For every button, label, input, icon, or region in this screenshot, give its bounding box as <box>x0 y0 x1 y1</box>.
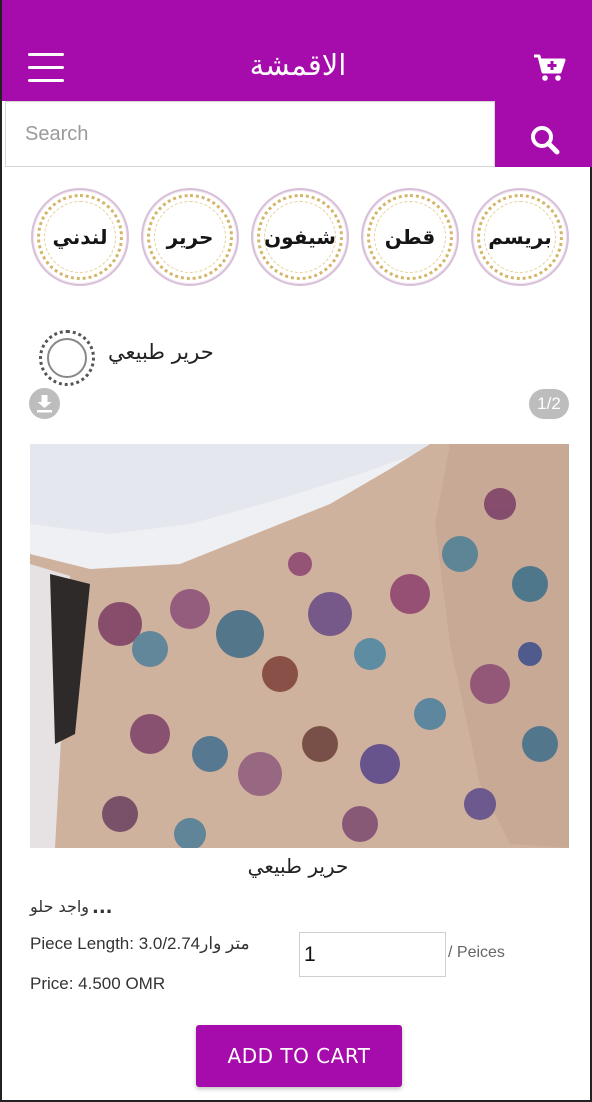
piece-length: Piece Length: 3.0/2.74متر وار <box>30 934 250 953</box>
download-button[interactable] <box>29 388 60 419</box>
app-header: الاقمشة <box>2 0 592 101</box>
category-chiffon[interactable]: شيفون <box>251 188 349 286</box>
category-label: قطن <box>384 225 436 249</box>
search-icon <box>531 126 560 155</box>
download-icon <box>37 395 52 413</box>
product-price: Price: 4.500 OMR <box>30 974 166 993</box>
product-description: واجد حلو <box>30 897 89 916</box>
category-label: حرير <box>166 225 214 249</box>
page-title: الاقمشة <box>249 48 347 82</box>
read-more-link[interactable]: ... <box>92 897 113 918</box>
cart-plus-icon[interactable] <box>533 54 567 82</box>
product-title: حرير طبيعي <box>247 854 349 878</box>
product-image[interactable] <box>30 444 569 848</box>
image-page-indicator: 1/2 <box>529 389 569 419</box>
quantity-unit: / Peices <box>448 944 505 961</box>
category-cotton[interactable]: قطن <box>361 188 459 286</box>
search-field[interactable] <box>5 101 495 167</box>
shop-avatar[interactable] <box>39 330 95 386</box>
category-label: بريسم <box>488 225 552 249</box>
search-button[interactable] <box>495 101 592 167</box>
category-silk[interactable]: حرير <box>141 188 239 286</box>
category-londoni[interactable]: لندني <box>31 188 129 286</box>
shop-name[interactable]: حرير طبيعي <box>108 340 214 364</box>
category-label: لندني <box>52 225 108 249</box>
add-to-cart-button[interactable]: ADD TO CART <box>196 1025 402 1087</box>
category-burisim[interactable]: بريسم <box>471 188 569 286</box>
quantity-input[interactable] <box>299 932 446 977</box>
search-input[interactable] <box>6 102 494 166</box>
category-label: شيفون <box>264 225 336 249</box>
